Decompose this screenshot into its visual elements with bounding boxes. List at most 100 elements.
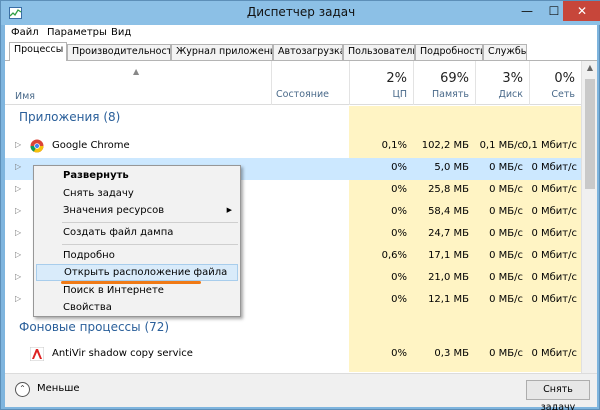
cpu-value: 0,1% (381, 140, 407, 151)
cpu-value: 0% (391, 348, 407, 359)
column-header: ▲ Имя Состояние 2% ЦП 69% Память 3% Диск… (5, 61, 581, 105)
expand-icon[interactable]: ▷ (15, 184, 21, 193)
group-background[interactable]: Фоновые процессы (72) (19, 320, 349, 334)
table-row[interactable]: AntiVir shadow copy service 0% 0,3 МБ 0 … (5, 344, 581, 366)
header-disk-label: Диск (498, 89, 523, 100)
tab-users[interactable]: Пользователи (343, 44, 415, 60)
memory-value: 17,1 МБ (428, 250, 469, 261)
task-manager-window: Диспетчер задач — ☐ ✕ Файл Параметры Вид… (0, 0, 600, 410)
expand-icon[interactable]: ▷ (15, 294, 21, 303)
context-menu: Развернуть Снять задачу Значения ресурсо… (33, 165, 241, 317)
menu-file[interactable]: Файл (11, 27, 39, 38)
ctx-resource-values[interactable]: Значения ресурсов ▶ (36, 202, 238, 219)
cpu-value: 0,6% (381, 250, 407, 261)
net-value: 0 Мбит/с (531, 272, 577, 283)
tab-startup[interactable]: Автозагрузка (273, 44, 343, 60)
net-value: 0 Мбит/с (531, 228, 577, 239)
orange-underline-mark (61, 281, 201, 284)
tab-strip: Процессы Производительность Журнал прило… (9, 42, 597, 61)
collapse-details-icon[interactable]: ⌃ (15, 382, 30, 397)
memory-value: 12,1 МБ (428, 294, 469, 305)
net-value: 0 Мбит/с (531, 184, 577, 195)
memory-value: 58,4 МБ (428, 206, 469, 217)
ctx-expand[interactable]: Развернуть (36, 167, 238, 184)
table-row[interactable]: ▷ Google Chrome 0,1% 102,2 МБ 0,1 МБ/с 0… (5, 136, 581, 158)
expand-icon[interactable]: ▷ (15, 206, 21, 215)
window-title: Диспетчер задач (246, 5, 356, 19)
cpu-value: 0% (391, 228, 407, 239)
expand-icon[interactable]: ▷ (15, 162, 21, 171)
ctx-separator (62, 244, 238, 245)
memory-value: 102,2 МБ (421, 140, 469, 151)
disk-value: 0 МБ/с (489, 206, 523, 217)
ctx-end-task[interactable]: Снять задачу (36, 185, 238, 202)
cpu-value: 0% (391, 162, 407, 173)
sort-up-icon: ▲ (133, 67, 140, 76)
minimize-button[interactable]: — (513, 1, 541, 21)
header-disk-col[interactable]: 3% Диск (475, 61, 529, 105)
chrome-icon (30, 139, 44, 153)
cpu-value: 0% (391, 206, 407, 217)
memory-value: 25,8 МБ (428, 184, 469, 195)
end-task-button[interactable]: Снять задачу (526, 380, 590, 410)
header-net-col[interactable]: 0% Сеть (529, 61, 581, 105)
ctx-search-online[interactable]: Поиск в Интернете (36, 282, 238, 299)
header-state: Состояние (276, 89, 329, 100)
disk-value: 0 МБ/с (489, 272, 523, 283)
expand-icon[interactable]: ▷ (15, 272, 21, 281)
close-button[interactable]: ✕ (563, 1, 600, 21)
header-memory-col[interactable]: 69% Память (413, 61, 475, 105)
net-value: 0 Мбит/с (531, 250, 577, 261)
tab-performance[interactable]: Производительность (67, 44, 171, 60)
expand-icon[interactable]: ▷ (15, 140, 21, 149)
title-bar[interactable]: Диспетчер задач — ☐ ✕ (1, 1, 600, 25)
header-cpu-label: ЦП (392, 89, 407, 100)
header-net-label: Сеть (551, 89, 575, 100)
net-value: 0 Мбит/с (531, 162, 577, 173)
header-net-pct: 0% (554, 71, 575, 86)
net-value: 0 Мбит/с (531, 348, 577, 359)
ctx-resource-values-label: Значения ресурсов (63, 205, 165, 216)
memory-value: 24,7 МБ (428, 228, 469, 239)
header-memory-pct: 69% (440, 71, 469, 86)
disk-value: 0,1 МБ/с (479, 140, 523, 151)
disk-value: 0 МБ/с (489, 162, 523, 173)
ctx-open-file-location[interactable]: Открыть расположение файла (36, 264, 238, 281)
process-name: Google Chrome (52, 140, 130, 151)
header-cpu-col[interactable]: 2% ЦП (349, 61, 413, 105)
header-memory-label: Память (432, 89, 469, 100)
cpu-value: 0% (391, 272, 407, 283)
menu-view[interactable]: Вид (111, 27, 131, 38)
memory-value: 5,0 МБ (434, 162, 469, 173)
group-apps[interactable]: Приложения (8) (19, 110, 120, 124)
fewer-details-link[interactable]: Меньше (37, 383, 80, 394)
cpu-value: 0% (391, 184, 407, 195)
ctx-properties[interactable]: Свойства (36, 299, 238, 316)
tab-services[interactable]: Службы (483, 44, 527, 60)
disk-value: 0 МБ/с (489, 228, 523, 239)
scroll-up-icon[interactable]: ▲ (582, 61, 598, 75)
ctx-separator (62, 222, 238, 223)
header-state-col[interactable]: Состояние (271, 61, 349, 105)
footer-bar: ⌃ Меньше Снять задачу (5, 373, 597, 410)
header-disk-pct: 3% (502, 71, 523, 86)
header-name[interactable]: Имя (15, 91, 35, 102)
net-value: 0,1 Мбит/с (521, 140, 577, 151)
expand-icon[interactable]: ▷ (15, 250, 21, 259)
menu-bar: Файл Параметры Вид (5, 25, 597, 42)
ctx-create-dump[interactable]: Создать файл дампа (36, 224, 238, 241)
submenu-arrow-icon: ▶ (226, 206, 232, 214)
vertical-scrollbar[interactable]: ▲ (581, 61, 597, 373)
scroll-thumb[interactable] (585, 79, 595, 189)
disk-value: 0 МБ/с (489, 184, 523, 195)
net-value: 0 Мбит/с (531, 294, 577, 305)
ctx-details[interactable]: Подробно (36, 247, 238, 264)
memory-value: 0,3 МБ (434, 348, 469, 359)
tab-details[interactable]: Подробности (415, 44, 483, 60)
tab-app-history[interactable]: Журнал приложений (171, 44, 273, 60)
net-value: 0 Мбит/с (531, 206, 577, 217)
expand-icon[interactable]: ▷ (15, 228, 21, 237)
disk-value: 0 МБ/с (489, 348, 523, 359)
tab-processes[interactable]: Процессы (9, 42, 67, 61)
menu-options[interactable]: Параметры (47, 27, 107, 38)
